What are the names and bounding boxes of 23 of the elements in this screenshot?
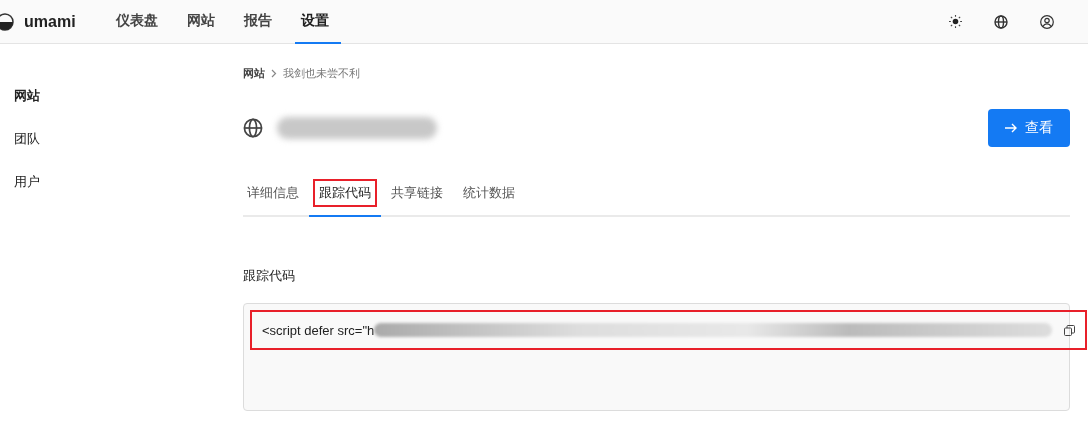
- section-title: 跟踪代码: [243, 267, 296, 285]
- tab[interactable]: 跟踪代码: [309, 177, 381, 217]
- nav-tab[interactable]: 设置: [295, 0, 341, 44]
- tab[interactable]: 共享链接: [381, 177, 453, 217]
- nav-tab[interactable]: 仪表盘: [110, 0, 170, 44]
- nav-tab[interactable]: 网站: [181, 0, 227, 44]
- arrow-icon: [1005, 123, 1017, 133]
- view-button[interactable]: 查看: [988, 109, 1070, 147]
- nav-tab[interactable]: 报告: [238, 0, 284, 44]
- user-icon[interactable]: [1040, 14, 1054, 29]
- brand-name: umami: [24, 12, 76, 31]
- breadcrumb-item[interactable]: 网站: [243, 66, 265, 81]
- code-text: <script defer src="h: [262, 322, 375, 338]
- globe-icon: [243, 118, 263, 138]
- tab[interactable]: 统计数据: [453, 177, 525, 217]
- copy-icon[interactable]: [1064, 324, 1075, 336]
- sidebar-item[interactable]: 团队: [14, 131, 243, 147]
- globe-icon[interactable]: [994, 14, 1008, 29]
- logo-icon: [0, 12, 14, 31]
- sidebar-item[interactable]: 网站: [14, 88, 243, 104]
- breadcrumb-item: 我剑也未尝不利: [283, 66, 360, 81]
- sun-icon[interactable]: [949, 15, 962, 28]
- chevron-icon: [271, 69, 277, 78]
